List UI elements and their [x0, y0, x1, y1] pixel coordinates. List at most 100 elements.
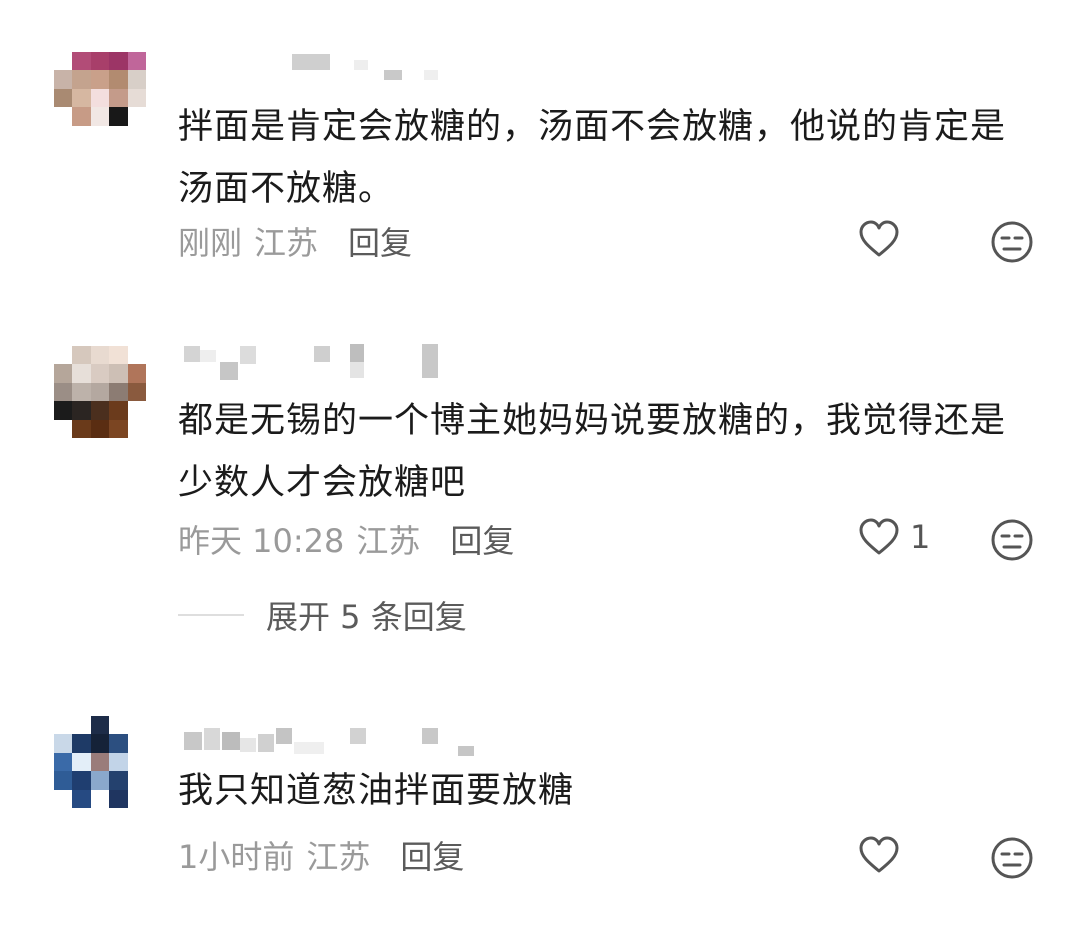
avatar-pixel: [54, 52, 73, 71]
avatar-pixel: [72, 52, 91, 71]
avatar-pixel: [72, 752, 91, 772]
expand-replies-label: 展开 5 条回复: [266, 598, 467, 636]
avatar-pixel: [127, 364, 146, 383]
avatar[interactable]: [54, 716, 146, 808]
comment-text: 我只知道葱油拌面要放糖: [178, 771, 575, 811]
avatar-pixel: [127, 789, 146, 808]
comment-meta: 刚刚 江苏 回复: [178, 218, 412, 264]
avatar-pixel: [90, 346, 110, 365]
avatar-pixel: [109, 382, 128, 402]
avatar-pixel: [127, 401, 146, 420]
heart-outline-icon: [859, 836, 899, 873]
avatar-pixel: [127, 382, 146, 402]
avatar-pixel: [54, 125, 73, 144]
meh-face-icon: [991, 837, 1033, 879]
like-button[interactable]: [858, 220, 910, 258]
username-blurred[interactable]: [178, 342, 478, 382]
avatar-pixel: [72, 716, 91, 735]
avatar-pixel: [127, 752, 146, 772]
avatar-pixel: [109, 346, 128, 365]
reply-button[interactable]: 回复: [400, 832, 464, 878]
avatar-pixel: [72, 734, 91, 753]
heart-outline-icon: [859, 518, 899, 555]
expand-divider: [178, 614, 244, 616]
avatar[interactable]: [54, 52, 146, 144]
avatar-pixel: [90, 401, 110, 420]
avatar-pixel: [54, 734, 73, 753]
comment-text: 拌面是肯定会放糖的，汤面不会放糖，他说的肯定是汤面不放糖。: [178, 107, 1007, 209]
timestamp: 1小时前: [178, 838, 295, 876]
avatar-pixel: [109, 419, 128, 438]
meh-face-icon: [991, 519, 1033, 561]
avatar-pixel: [54, 107, 73, 126]
avatar-pixel: [54, 771, 73, 790]
avatar-pixel: [90, 771, 110, 790]
comment-meta: 昨天 10:28 江苏 回复: [178, 516, 514, 562]
avatar-pixel: [90, 88, 110, 108]
avatar-pixel: [72, 125, 91, 144]
avatar-pixel: [109, 401, 128, 420]
avatar-pixel: [72, 346, 91, 365]
dislike-button[interactable]: [990, 836, 1034, 884]
avatar-pixel: [127, 125, 146, 144]
avatar-pixel: [127, 70, 146, 89]
timestamp: 刚刚: [178, 224, 243, 262]
like-button[interactable]: 1: [858, 518, 930, 556]
avatar-pixel: [109, 70, 128, 89]
like-button[interactable]: [858, 836, 910, 874]
dislike-button[interactable]: [990, 220, 1034, 268]
avatar-pixel: [127, 734, 146, 753]
heart-outline-icon: [859, 220, 899, 257]
meh-face-icon: [991, 221, 1033, 263]
reply-button[interactable]: 回复: [450, 516, 514, 562]
avatar-pixel: [127, 716, 146, 735]
like-count: 1: [910, 518, 931, 556]
avatar-pixel: [127, 346, 146, 365]
avatar-pixel: [54, 789, 73, 808]
avatar-pixel: [90, 125, 110, 144]
location: 江苏: [306, 838, 371, 876]
avatar-pixel: [72, 382, 91, 402]
avatar-pixel: [72, 364, 91, 383]
avatar-pixel: [90, 70, 110, 89]
avatar-pixel: [127, 419, 146, 438]
expand-replies-button[interactable]: 展开 5 条回复: [178, 592, 467, 638]
avatar-pixel: [54, 88, 73, 108]
avatar-pixel: [72, 401, 91, 420]
avatar-pixel: [54, 716, 73, 735]
avatar-pixel: [127, 88, 146, 108]
reply-button[interactable]: 回复: [348, 218, 412, 264]
avatar-pixel: [90, 789, 110, 808]
avatar-pixel: [109, 789, 128, 808]
avatar-pixel: [54, 382, 73, 402]
avatar-pixel: [54, 346, 73, 365]
avatar-pixel: [109, 734, 128, 753]
avatar-pixel: [54, 70, 73, 89]
avatar-pixel: [109, 752, 128, 772]
username-blurred[interactable]: [178, 712, 478, 756]
username-blurred[interactable]: [178, 48, 478, 88]
avatar-pixel: [72, 771, 91, 790]
avatar[interactable]: [54, 346, 146, 438]
avatar-pixel: [109, 88, 128, 108]
avatar-pixel: [109, 125, 128, 144]
avatar-pixel: [72, 419, 91, 438]
avatar-pixel: [72, 70, 91, 89]
avatar-pixel: [90, 364, 110, 383]
avatar-pixel: [127, 107, 146, 126]
avatar-pixel: [109, 52, 128, 71]
comment-meta: 1小时前 江苏 回复: [178, 832, 464, 878]
dislike-button[interactable]: [990, 518, 1034, 566]
avatar-pixel: [90, 419, 110, 438]
avatar-pixel: [54, 364, 73, 383]
avatar-pixel: [109, 771, 128, 790]
avatar-pixel: [109, 107, 128, 126]
timestamp: 昨天 10:28: [178, 522, 345, 560]
avatar-pixel: [90, 107, 110, 126]
avatar-pixel: [90, 382, 110, 402]
avatar-pixel: [72, 789, 91, 808]
avatar-pixel: [54, 752, 73, 772]
location: 江苏: [254, 224, 319, 262]
avatar-pixel: [127, 52, 146, 71]
avatar-pixel: [72, 107, 91, 126]
